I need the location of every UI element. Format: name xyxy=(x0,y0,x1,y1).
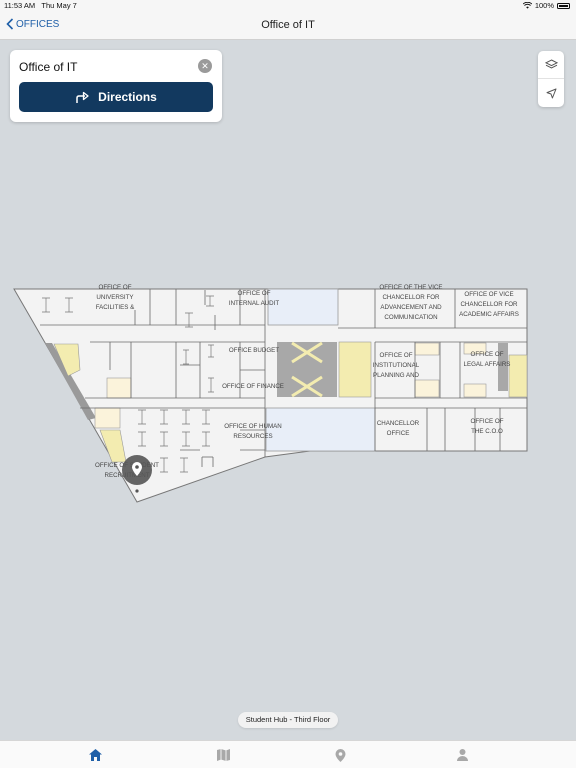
map-icon xyxy=(216,749,230,761)
restroom xyxy=(338,341,372,398)
tab-bar xyxy=(0,740,576,768)
tab-profile[interactable] xyxy=(454,747,470,763)
tab-home[interactable] xyxy=(87,747,103,763)
room-label-finance: OFFICE OF FINANCE xyxy=(222,383,284,390)
pin-icon xyxy=(335,748,345,762)
layers-button[interactable] xyxy=(538,51,564,79)
selected-room-office-of-it[interactable] xyxy=(267,288,339,326)
page-title: Office of IT xyxy=(261,19,315,31)
status-bar: 11:53 AM Thu May 7 100% xyxy=(0,0,576,12)
person-icon xyxy=(456,749,468,761)
room-label-university-facilities: OFFICE OF UNIVERSITY FACILITIES & xyxy=(96,284,135,311)
clear-search-button[interactable]: ✕ xyxy=(198,59,212,73)
search-card: Office of IT ✕ Directions xyxy=(10,50,222,122)
search-field[interactable]: Office of IT xyxy=(19,60,77,74)
status-right: 100% xyxy=(522,1,570,10)
directions-label: Directions xyxy=(98,90,157,104)
restroom xyxy=(508,354,528,398)
corridor xyxy=(277,342,337,397)
room-fill xyxy=(414,379,440,398)
room-fill xyxy=(106,377,132,399)
room-fill xyxy=(414,342,440,356)
map-controls xyxy=(538,51,564,107)
locate-button[interactable] xyxy=(538,79,564,107)
floor-indicator[interactable]: Student Hub - Third Floor xyxy=(238,712,338,728)
layers-icon xyxy=(544,59,558,69)
turn-right-arrow-icon xyxy=(76,91,89,103)
selected-room-office-of-it[interactable] xyxy=(265,407,376,452)
home-icon xyxy=(88,749,102,761)
room-fill xyxy=(463,383,487,398)
floor-plan-map[interactable]: OFFICE OF UNIVERSITY FACILITIES & OFFICE O… xyxy=(0,270,576,510)
wifi-icon xyxy=(522,2,532,9)
location-arrow-icon xyxy=(546,88,556,98)
close-circle-icon: ✕ xyxy=(201,61,209,71)
room-fill xyxy=(94,407,121,429)
room-label-budget: OFFICE BUDGET xyxy=(229,347,279,354)
tab-places[interactable] xyxy=(332,747,348,763)
battery-icon xyxy=(557,2,570,9)
status-time: 11:53 AM Thu May 7 xyxy=(4,1,77,10)
navigation-bar: OFFICES Office of IT xyxy=(0,12,576,40)
battery-percent: 100% xyxy=(534,1,554,10)
tab-map[interactable] xyxy=(215,747,231,763)
room-label-vc-academic: OFFICE OF VICE CHANCELLOR FOR ACADEMIC AFF… xyxy=(459,291,519,318)
directions-button[interactable]: Directions xyxy=(19,82,213,112)
